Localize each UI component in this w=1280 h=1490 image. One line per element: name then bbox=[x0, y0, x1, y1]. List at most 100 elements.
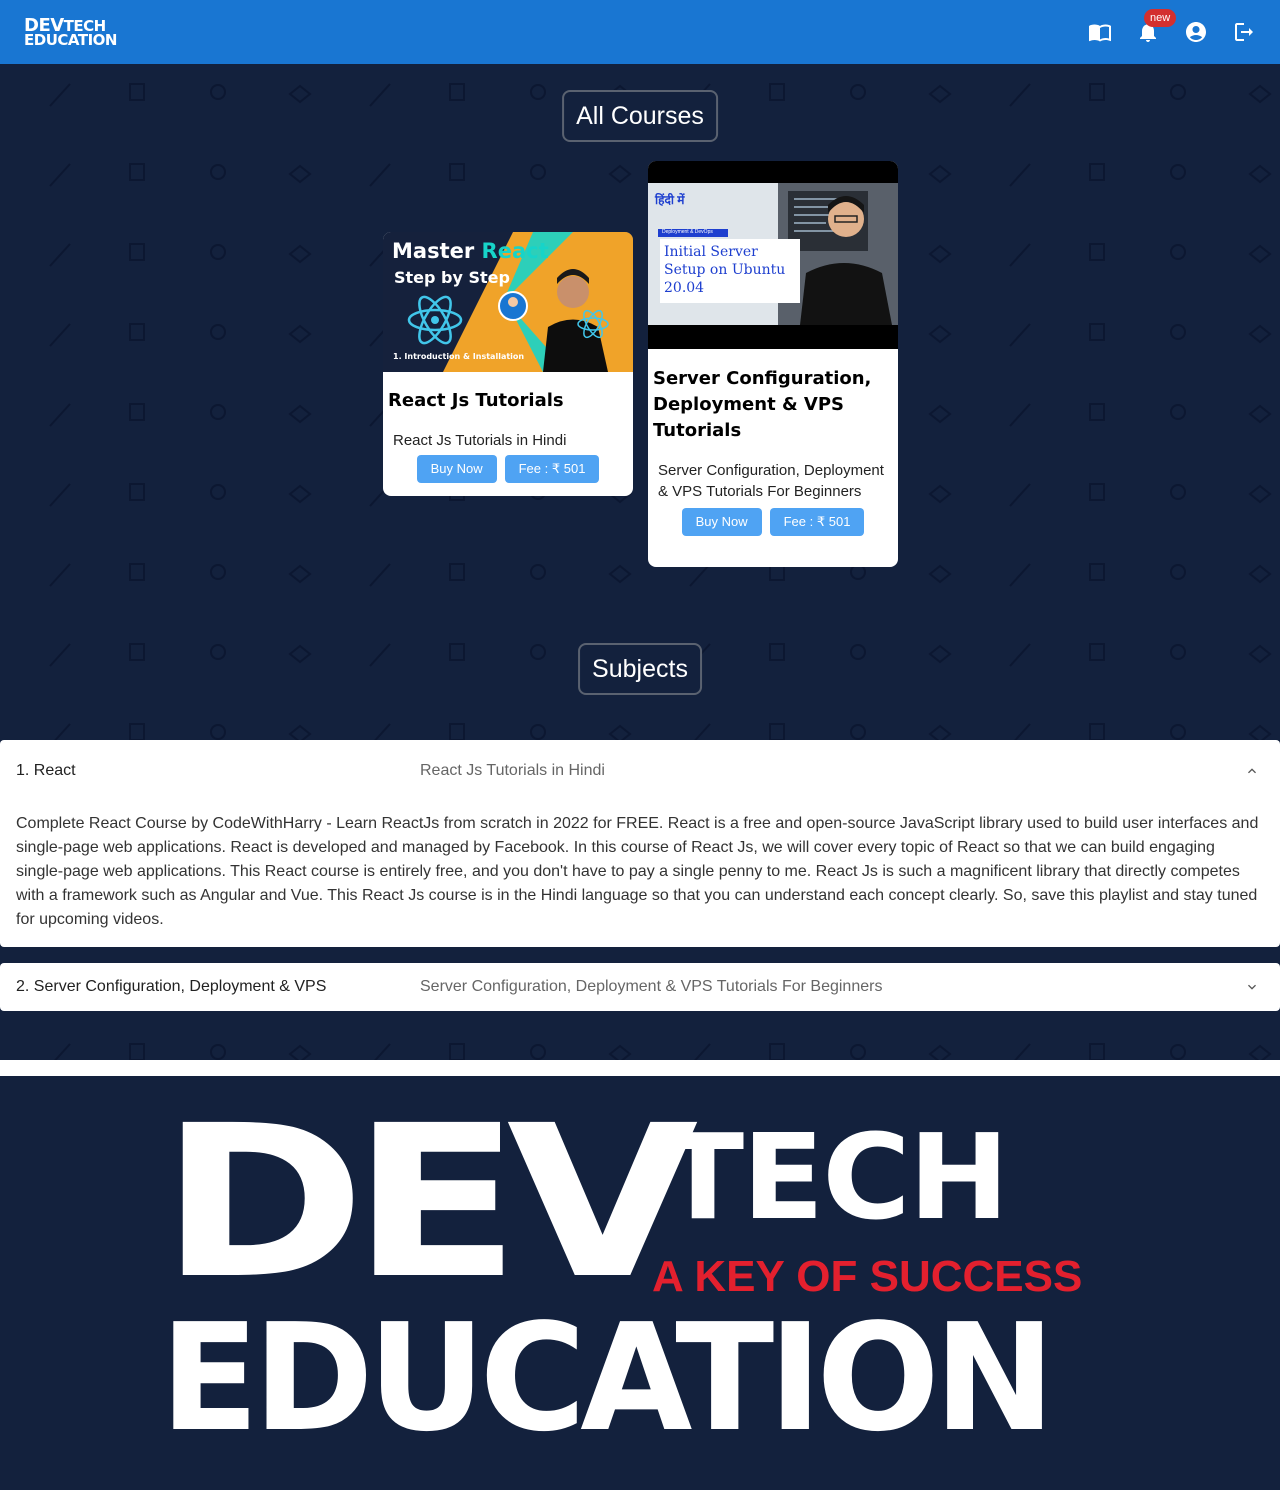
doodle-mark bbox=[1170, 84, 1186, 100]
doodle-mark bbox=[769, 723, 785, 741]
doodle-mark bbox=[1089, 483, 1105, 501]
doodle-mark bbox=[928, 1044, 952, 1060]
doodle-mark bbox=[49, 323, 71, 347]
doodle-mark bbox=[1089, 643, 1105, 661]
doodle-mark bbox=[210, 564, 226, 580]
logout-icon[interactable] bbox=[1232, 20, 1256, 44]
doodle-mark bbox=[288, 84, 312, 104]
doodle-mark bbox=[928, 164, 952, 184]
doodle-mark bbox=[449, 643, 465, 661]
course-actions: Buy Now Fee : ₹ 501 bbox=[648, 508, 898, 536]
doodle-mark bbox=[530, 724, 546, 740]
doodle-mark bbox=[449, 1043, 465, 1060]
doodle-mark bbox=[369, 163, 391, 187]
doodle-mark bbox=[769, 1043, 785, 1060]
doodle-mark bbox=[49, 403, 71, 427]
course-description: Server Configuration, Deployment & VPS T… bbox=[658, 462, 884, 500]
doodle-mark bbox=[928, 484, 952, 504]
doodle-mark bbox=[1009, 163, 1031, 187]
doodle-mark bbox=[369, 563, 391, 587]
doodle-mark bbox=[769, 643, 785, 661]
hero-logo-banner: DEV TECH A KEY OF SUCCESS EDUCATION bbox=[0, 1076, 1280, 1490]
doodle-mark bbox=[49, 83, 71, 107]
buy-now-button[interactable]: Buy Now bbox=[681, 508, 762, 536]
bell-icon[interactable]: new bbox=[1136, 9, 1177, 44]
doodle-mark bbox=[49, 563, 71, 587]
doodle-mark bbox=[129, 243, 145, 261]
doodle-mark bbox=[288, 644, 312, 664]
account-circle-icon[interactable] bbox=[1184, 20, 1208, 44]
doodle-mark bbox=[1009, 243, 1031, 267]
doodle-mark bbox=[49, 643, 71, 667]
course-actions: Buy Now Fee : ₹ 501 bbox=[383, 455, 633, 483]
doodle-mark bbox=[928, 324, 952, 344]
doodle-mark bbox=[288, 164, 312, 184]
doodle-mark bbox=[1170, 324, 1186, 340]
doodle-mark bbox=[850, 1044, 866, 1060]
course-card-react[interactable]: Master React Step by Step 1. Introductio… bbox=[383, 232, 633, 496]
doodle-mark bbox=[129, 163, 145, 181]
doodle-mark bbox=[129, 563, 145, 581]
fee-button[interactable]: Fee : ₹ 501 bbox=[769, 508, 865, 536]
course-description: React Js Tutorials in Hindi bbox=[393, 432, 567, 449]
buy-now-button[interactable]: Buy Now bbox=[416, 455, 497, 483]
doodle-mark bbox=[210, 724, 226, 740]
doodle-mark bbox=[928, 244, 952, 264]
notification-badge: new bbox=[1144, 9, 1177, 27]
doodle-mark bbox=[1248, 84, 1272, 104]
doodle-mark bbox=[1089, 163, 1105, 181]
accordion-header[interactable]: 2. Server Configuration, Deployment & VP… bbox=[0, 963, 1280, 1011]
doodle-mark bbox=[369, 643, 391, 667]
book-open-icon[interactable] bbox=[1088, 20, 1112, 44]
doodle-mark bbox=[850, 84, 866, 100]
subject-accordion-react: 1. React React Js Tutorials in Hindi Com… bbox=[0, 740, 1280, 947]
doodle-mark bbox=[1009, 83, 1031, 107]
doodle-mark bbox=[369, 83, 391, 107]
thumb-tag: Deployment & DevOps bbox=[662, 229, 713, 235]
doodle-mark bbox=[210, 1044, 226, 1060]
subject-title: 2. Server Configuration, Deployment & VP… bbox=[16, 978, 327, 995]
doodle-mark bbox=[374, 1043, 391, 1060]
doodle-mark bbox=[1014, 1043, 1031, 1060]
doodle-mark bbox=[288, 244, 312, 264]
doodle-mark bbox=[129, 83, 145, 101]
doodle-mark bbox=[129, 1043, 145, 1060]
doodle-mark bbox=[1248, 324, 1272, 344]
doodle-mark bbox=[129, 643, 145, 661]
doodle-mark bbox=[608, 564, 632, 584]
doodle-mark bbox=[928, 404, 952, 424]
doodle-mark bbox=[288, 1044, 312, 1060]
doodle-mark bbox=[689, 563, 711, 587]
chevron-down-icon[interactable] bbox=[1244, 979, 1260, 995]
chevron-up-icon[interactable] bbox=[1244, 763, 1260, 779]
doodle-mark bbox=[1170, 1044, 1186, 1060]
doodle-mark bbox=[1248, 404, 1272, 424]
doodle-mark bbox=[49, 243, 71, 267]
all-courses-heading: All Courses bbox=[562, 90, 718, 142]
thumb-title-react: Master React bbox=[392, 239, 549, 263]
accordion-header[interactable]: 1. React React Js Tutorials in Hindi bbox=[0, 740, 1280, 802]
doodle-mark bbox=[928, 564, 952, 584]
doodle-mark bbox=[1009, 563, 1031, 587]
doodle-mark bbox=[1089, 1043, 1105, 1060]
doodle-mark bbox=[694, 1043, 711, 1060]
fee-button[interactable]: Fee : ₹ 501 bbox=[504, 455, 600, 483]
hero-dev-text: DEV bbox=[160, 1080, 698, 1325]
brand-logo[interactable]: DEVTECH EDUCATION bbox=[24, 16, 117, 49]
brand-education: EDUCATION bbox=[24, 30, 117, 49]
doodle-mark bbox=[1089, 403, 1105, 421]
doodle-mark bbox=[608, 1044, 632, 1060]
doodle-mark bbox=[530, 644, 546, 660]
divider-strip bbox=[0, 1060, 1280, 1076]
doodle-mark bbox=[288, 324, 312, 344]
doodle-mark bbox=[288, 484, 312, 504]
doodle-mark bbox=[1170, 404, 1186, 420]
course-card-server[interactable]: हिंदी में Deployment & DevOps Initial Se… bbox=[648, 161, 898, 567]
doodle-mark bbox=[769, 83, 785, 101]
doodle-mark bbox=[1009, 323, 1031, 347]
doodle-mark bbox=[129, 483, 145, 501]
thumb-title-server: Initial Server Setup on Ubuntu 20.04 bbox=[664, 244, 786, 296]
doodle-mark bbox=[49, 163, 71, 187]
top-navbar: DEVTECH EDUCATION new bbox=[0, 0, 1280, 64]
doodle-mark bbox=[1089, 243, 1105, 261]
